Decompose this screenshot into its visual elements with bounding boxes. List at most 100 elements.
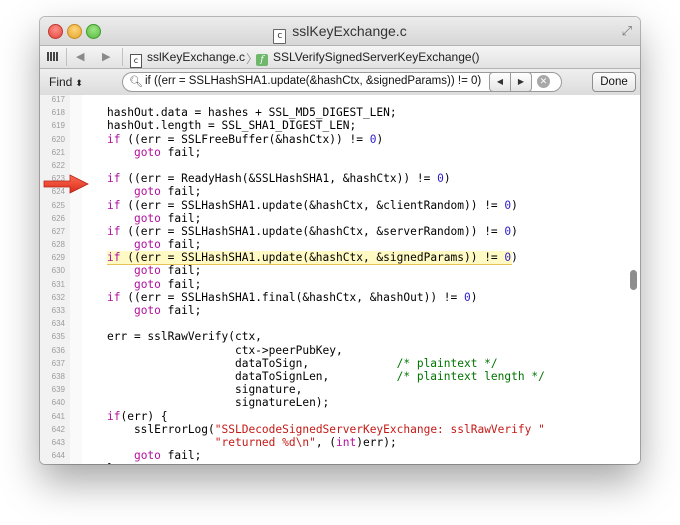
code-line[interactable]: 622 [40, 159, 640, 172]
code-text: goto fail; [107, 449, 201, 462]
code-token: , ( [315, 435, 337, 449]
line-number: 632 [51, 292, 65, 302]
code-line[interactable]: 641 if(err) { [40, 410, 640, 423]
code-text: "returned %d\n", (int)err); [107, 436, 397, 449]
code-text: signatureLen); [107, 396, 329, 409]
keyword-token: goto [133, 449, 161, 463]
code-line[interactable]: 618 hashOut.data = hashes + SSL_MD5_DIGES… [40, 106, 640, 119]
code-line[interactable]: 627 if ((err = SSLHashSHA1.update(&hashCt… [40, 225, 640, 238]
code-token: ) [376, 132, 384, 146]
code-line[interactable]: 636 ctx->peerPubKey, [40, 344, 640, 357]
line-number: 640 [51, 398, 65, 408]
line-number: 643 [51, 437, 65, 447]
code-line[interactable]: 635 err = sslRawVerify(ctx, [40, 330, 640, 343]
code-line[interactable]: 643 "returned %d\n", (int)err); [40, 436, 640, 449]
code-line[interactable]: 637 dataToSign, /* plaintext */ [40, 357, 640, 370]
code-token: signatureLen); [107, 396, 330, 410]
jumpbar-file-label: sslKeyExchange.c [147, 50, 246, 64]
line-number: 631 [51, 279, 65, 289]
code-line[interactable]: 617 [40, 93, 640, 106]
code-line[interactable]: 630 goto fail; [40, 264, 640, 277]
done-button[interactable]: Done [592, 72, 636, 92]
code-line[interactable]: 645} [40, 462, 640, 464]
code-token: ((err = SSLHashSHA1.final(&hashCtx, &has… [120, 290, 464, 304]
code-line[interactable]: 632 if ((err = SSLHashSHA1.final(&hashCtx… [40, 291, 640, 304]
code-line[interactable]: 619 hashOut.length = SSL_SHA1_DIGEST_LEN; [40, 119, 640, 132]
line-number: 627 [51, 226, 65, 236]
code-token: err = sslRawVerify(ctx, [107, 330, 262, 344]
keyword-token: goto [133, 238, 161, 252]
code-text: goto fail; [107, 304, 201, 317]
c-file-icon: c [273, 29, 287, 44]
updown-chevron-icon: ⬍ [75, 78, 83, 88]
code-token: fail; [160, 145, 202, 159]
find-mode-popup[interactable]: Find ⬍ [49, 75, 83, 89]
code-line[interactable]: 644 goto fail; [40, 449, 640, 462]
code-line[interactable]: 642 sslErrorLog("SSLDecodeSignedServerKe… [40, 423, 640, 436]
line-number: 633 [51, 306, 65, 315]
code-text: hashOut.length = SSL_SHA1_DIGEST_LEN; [107, 119, 356, 132]
code-token: ) [511, 251, 518, 265]
code-line[interactable]: 624 goto fail; [40, 185, 640, 198]
search-icon[interactable]: 🔍︎ [129, 75, 143, 88]
related-items-icon[interactable] [47, 52, 58, 61]
code-text: if ((err = SSLHashSHA1.update(&hashCtx, … [107, 251, 518, 264]
code-line[interactable]: 620 if ((err = SSLFreeBuffer(&hashCtx)) !… [40, 133, 640, 146]
code-text: goto fail; [107, 278, 201, 291]
code-text: signature, [107, 383, 302, 396]
code-line[interactable]: 634 [40, 317, 640, 330]
string-token: "returned %d\n" [214, 435, 316, 449]
vertical-scrollbar[interactable] [630, 270, 637, 290]
code-text: dataToSign, /* plaintext */ [107, 357, 498, 370]
code-line[interactable]: 638 dataToSignLen, /* plaintext length *… [40, 370, 640, 383]
line-number: 629 [51, 253, 65, 263]
forward-arrow-icon[interactable]: ▶ [102, 50, 110, 63]
code-line[interactable]: 628 goto fail; [40, 238, 640, 251]
line-number: 626 [51, 213, 65, 223]
code-line[interactable]: 633 goto fail; [40, 304, 640, 317]
code-text: dataToSignLen, /* plaintext length */ [107, 370, 545, 383]
line-number: 644 [51, 451, 65, 461]
search-input[interactable]: if ((err = SSLHashSHA1.update(&hashCtx, … [145, 75, 481, 87]
line-number: 622 [51, 160, 65, 170]
code-line[interactable]: 621 goto fail; [40, 146, 640, 159]
code-line[interactable]: 640 signatureLen); [40, 396, 640, 409]
jumpbar-function-label: SSLVerifySignedServerKeyExchange() [273, 50, 480, 64]
next-match-button[interactable]: ▶ [510, 72, 532, 92]
code-line[interactable]: 625 if ((err = SSLHashSHA1.update(&hashCt… [40, 199, 640, 212]
window-title: c sslKeyExchange.c [40, 23, 640, 44]
line-number: 630 [51, 266, 65, 276]
back-arrow-icon[interactable]: ◀ [76, 50, 84, 63]
jumpbar-file[interactable]: c sslKeyExchange.c [130, 50, 245, 68]
code-line[interactable]: 623 if ((err = ReadyHash(&SSLHashSHA1, &h… [40, 172, 640, 185]
code-editor[interactable]: 617 618 hashOut.data = hashes + SSL_MD5_DI… [40, 95, 640, 464]
find-label: Find [49, 75, 73, 89]
source-code[interactable]: 617 618 hashOut.data = hashes + SSL_MD5_DI… [40, 93, 640, 464]
clear-search-icon[interactable]: ✕ [537, 75, 550, 88]
string-token: "SSLDecodeSignedServerKeyExchange: sslRa… [214, 422, 545, 436]
code-line[interactable]: 631 goto fail; [40, 278, 640, 291]
keyword-token: if [107, 172, 121, 186]
code-line[interactable]: 639 signature, [40, 383, 640, 396]
code-line[interactable]: 626 goto fail; [40, 212, 640, 225]
jumpbar-function[interactable]: f SSLVerifySignedServerKeyExchange() [256, 50, 480, 66]
code-token: hashOut.data = hashes + SSL_MD5_DIGEST_L… [107, 106, 397, 120]
highlighted-code-line[interactable]: 629 if ((err = SSLHashSHA1.update(&hashCt… [40, 251, 640, 266]
code-text: goto fail; [107, 212, 201, 225]
line-number: 620 [51, 134, 65, 144]
keyword-token: if [107, 290, 121, 304]
code-text: sslErrorLog("SSLDecodeSignedServerKeyExc… [107, 423, 545, 436]
number-token: 0 [464, 290, 471, 304]
previous-match-button[interactable]: ◀ [489, 72, 511, 92]
keyword-token: if [107, 224, 121, 238]
keyword-token: goto [133, 277, 161, 291]
code-token: fail; [160, 211, 202, 225]
code-token: ((err = ReadyHash(&SSLHashSHA1, &hashCtx… [120, 172, 438, 186]
fullscreen-icon[interactable]: ⤢ [622, 23, 632, 39]
code-token: ) [470, 290, 478, 304]
